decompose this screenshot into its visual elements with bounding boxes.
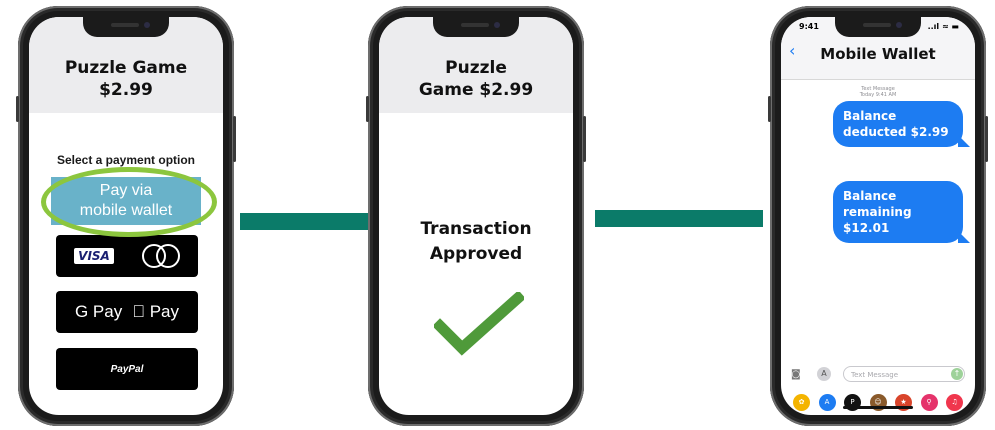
- checkmark-icon: [434, 292, 524, 356]
- product-price: Game $2.99: [418, 80, 534, 100]
- status-time: 9:41: [799, 22, 819, 31]
- side-button: [16, 96, 19, 122]
- bubble-line1: Balance: [843, 109, 897, 123]
- notch: [835, 17, 921, 37]
- card-payment-button[interactable]: VISA: [56, 235, 198, 277]
- meta-line2: Today 9:41 AM: [859, 92, 897, 98]
- phone-wallet-messages: ‹ Mobile Wallet 9:41 ..ıl ≈ ▬ Text Messa…: [768, 6, 988, 426]
- app-store-icon[interactable]: A: [817, 367, 831, 381]
- signal-wifi-battery-icon: ..ıl ≈ ▬: [927, 22, 959, 31]
- product-name: Puzzle Game: [64, 58, 188, 78]
- music-app-icon[interactable]: ♫: [946, 394, 963, 411]
- status-line2: Approved: [429, 244, 523, 264]
- bubble-line2: remaining $12.01: [843, 205, 912, 235]
- photos-app-icon[interactable]: ✿: [793, 394, 810, 411]
- phone-screen: Puzzle Game $2.99 Transaction Approved: [379, 17, 573, 415]
- paypal-logo: PayPal: [110, 363, 144, 375]
- phone-screen: Puzzle Game $2.99 Select a payment optio…: [29, 17, 223, 415]
- mastercard-icon: [141, 244, 180, 268]
- side-button: [768, 96, 771, 122]
- search-app-icon[interactable]: ⚲: [920, 394, 938, 411]
- product-price: $2.99: [99, 80, 153, 100]
- message-bubble: Balance deducted $2.99: [833, 101, 970, 147]
- side-button: [233, 116, 236, 162]
- message-timestamp: Text Message Today 9:41 AM: [781, 86, 975, 98]
- bubble-line2: deducted $2.99: [843, 125, 949, 139]
- highlight-ring: [41, 167, 217, 237]
- flow-connector: [240, 213, 368, 230]
- google-pay-logo: G Pay: [74, 302, 123, 321]
- product-name: Puzzle: [445, 58, 507, 78]
- side-button: [985, 116, 988, 162]
- flow-connector: [595, 210, 763, 227]
- home-indicator: [843, 406, 913, 409]
- transaction-status: Transaction Approved: [379, 217, 573, 267]
- contact-name: Mobile Wallet: [820, 45, 936, 63]
- apple-pay-logo:  Pay: [132, 302, 179, 321]
- side-button: [583, 116, 586, 162]
- appstore-app-icon[interactable]: A: [818, 394, 836, 411]
- select-payment-label: Select a payment option: [56, 153, 196, 167]
- visa-logo: VISA: [74, 248, 114, 264]
- bubble-line1: Balance: [843, 189, 897, 203]
- status-line1: Transaction: [420, 219, 532, 239]
- compose-bar: ◙ A Text Message ↑: [791, 366, 965, 384]
- side-button: [366, 96, 369, 122]
- message-input[interactable]: Text Message: [843, 366, 965, 382]
- notch: [83, 17, 169, 37]
- camera-icon[interactable]: ◙: [791, 369, 801, 380]
- paypal-button[interactable]: PayPal: [56, 348, 198, 390]
- phone-screen: ‹ Mobile Wallet 9:41 ..ıl ≈ ▬ Text Messa…: [781, 17, 975, 415]
- send-icon[interactable]: ↑: [951, 368, 963, 380]
- message-bubble: Balance remaining $12.01: [833, 181, 970, 243]
- notch: [433, 17, 519, 37]
- gpay-applepay-button[interactable]: G Pay  Pay: [56, 291, 198, 333]
- phone-transaction-approved: Puzzle Game $2.99 Transaction Approved: [366, 6, 586, 426]
- phone-payment-options: Puzzle Game $2.99 Select a payment optio…: [16, 6, 236, 426]
